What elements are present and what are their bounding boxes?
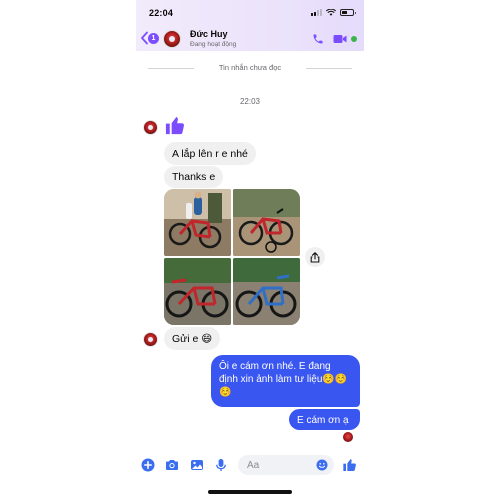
incoming-message-bubble[interactable]: Thanks e <box>164 166 224 188</box>
phone-call-icon[interactable] <box>312 33 324 45</box>
cellular-signal-icon <box>311 9 322 16</box>
microphone-icon[interactable] <box>214 458 228 472</box>
sender-avatar[interactable] <box>143 120 158 135</box>
outgoing-message-bubble[interactable]: E cám ơn ạ <box>289 409 360 430</box>
shared-photo-grid <box>164 189 300 325</box>
status-bar-icons <box>311 9 356 16</box>
incoming-message-bubble[interactable]: A lắp lên r e nhé <box>164 142 256 165</box>
message-timestamp: 22:03 <box>239 97 261 106</box>
share-icon <box>310 251 320 263</box>
wifi-icon <box>326 9 336 16</box>
contact-active-status: Đang hoạt động <box>190 41 237 48</box>
bicycle-photo[interactable] <box>233 258 300 325</box>
unread-badge: 1 <box>148 33 159 44</box>
thumbs-up-icon[interactable] <box>164 114 187 137</box>
contact-avatar[interactable] <box>163 30 181 48</box>
battery-icon <box>340 9 356 16</box>
status-bar-time: 22:04 <box>149 8 174 18</box>
emoji-icon[interactable] <box>316 459 328 471</box>
bicycle-photo[interactable] <box>164 258 231 325</box>
unread-separator: Tin nhắn chưa đọc <box>148 62 352 74</box>
gallery-icon[interactable] <box>190 458 204 472</box>
plus-circle-icon[interactable] <box>141 458 155 472</box>
chat-header: 22:04 1 Đức Huy Đang hoạt động <box>136 0 364 51</box>
incoming-message-bubble[interactable]: Gửi e 😄 <box>164 327 221 350</box>
bicycle-photo[interactable] <box>164 189 231 256</box>
bicycle-photo[interactable] <box>233 189 300 256</box>
share-button[interactable] <box>305 247 325 267</box>
messenger-chat-screen: 22:04 1 Đức Huy Đang hoạt động Tin nhắn … <box>136 0 364 499</box>
contact-name[interactable]: Đức Huy <box>190 29 228 39</box>
sender-avatar[interactable] <box>143 332 158 347</box>
thumbs-up-icon[interactable] <box>342 457 358 473</box>
video-call-icon[interactable] <box>333 34 347 44</box>
message-composer <box>136 451 364 479</box>
seen-indicator-avatar <box>343 432 353 442</box>
online-indicator <box>351 36 357 42</box>
home-indicator[interactable] <box>208 490 292 494</box>
outgoing-message-bubble[interactable]: Ôi e cám ơn nhé. E đang định xin ảnh làm… <box>211 355 360 407</box>
camera-icon[interactable] <box>165 458 179 472</box>
